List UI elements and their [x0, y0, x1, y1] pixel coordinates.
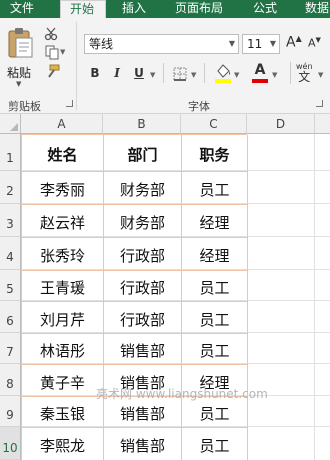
clipboard-launcher-icon[interactable]: [66, 100, 73, 107]
grid-line: [314, 134, 315, 460]
cell-a2[interactable]: 李秀丽: [22, 172, 104, 205]
group-separator: [163, 63, 164, 83]
column-header-b[interactable]: B: [103, 114, 181, 134]
paste-button-label[interactable]: 粘贴: [7, 64, 31, 81]
phonetic-dropdown-icon[interactable]: ▼: [318, 71, 323, 79]
cell-b7[interactable]: 销售部: [104, 334, 182, 365]
cell-a6[interactable]: 刘月芹: [22, 302, 104, 334]
row-header[interactable]: 10: [0, 427, 21, 460]
font-group-label: 字体: [188, 100, 210, 113]
header-cell-a[interactable]: 姓名: [22, 135, 104, 172]
tab-formulas[interactable]: 公式: [253, 0, 277, 18]
font-size-combo[interactable]: 11 ▼: [242, 34, 280, 54]
grow-font-icon[interactable]: A▲: [286, 34, 302, 51]
paste-icon[interactable]: [6, 26, 36, 60]
cell-a3[interactable]: 赵云祥: [22, 205, 104, 238]
font-name-combo[interactable]: 等线 ▼: [84, 34, 239, 54]
tab-insert[interactable]: 插入: [122, 0, 146, 18]
borders-icon[interactable]: [173, 66, 187, 85]
cell-c5[interactable]: 员工: [182, 271, 248, 302]
font-color-dropdown-icon[interactable]: ▼: [272, 71, 277, 79]
row-header[interactable]: 6: [0, 301, 21, 333]
underline-button[interactable]: U: [132, 66, 146, 80]
row-header[interactable]: 5: [0, 270, 21, 301]
shrink-font-icon[interactable]: A▼: [308, 36, 321, 50]
bold-button[interactable]: B: [88, 66, 102, 80]
column-header-d[interactable]: D: [247, 114, 315, 134]
copy-dropdown-icon[interactable]: ▼: [60, 48, 65, 56]
font-color-icon[interactable]: A: [252, 62, 268, 83]
column-header-a[interactable]: A: [21, 114, 103, 134]
fill-color-icon[interactable]: [214, 62, 232, 88]
font-size-dropdown-icon[interactable]: ▼: [270, 35, 276, 53]
fill-color-swatch: [215, 79, 231, 83]
column-header-c[interactable]: C: [181, 114, 247, 134]
ribbon-tab-bar: 文件 开始 插入 页面布局 公式 数据: [0, 0, 330, 18]
format-painter-icon[interactable]: [44, 64, 60, 84]
group-separator: [290, 62, 291, 84]
row-header[interactable]: 2: [0, 171, 21, 204]
tab-file[interactable]: 文件: [10, 0, 34, 18]
row-header[interactable]: 7: [0, 333, 21, 364]
font-color-swatch: [252, 79, 268, 83]
cell-a8[interactable]: 黄子辛: [22, 365, 104, 397]
font-name-value: 等线: [89, 37, 114, 51]
cell-a10[interactable]: 李熙龙: [22, 428, 104, 460]
cell-b6[interactable]: 行政部: [104, 302, 182, 334]
row-header[interactable]: 8: [0, 364, 21, 396]
cell-c3[interactable]: 经理: [182, 205, 248, 238]
tab-home[interactable]: 开始: [60, 0, 106, 18]
cell-b4[interactable]: 行政部: [104, 238, 182, 271]
watermark-text: 亮术网 www.liangshunet.com: [96, 387, 268, 401]
fill-color-dropdown-icon[interactable]: ▼: [234, 71, 239, 79]
font-size-value: 11: [247, 37, 263, 51]
cell-b3[interactable]: 财务部: [104, 205, 182, 238]
cell-a4[interactable]: 张秀玲: [22, 238, 104, 271]
cell-a9[interactable]: 秦玉银: [22, 397, 104, 428]
cut-icon[interactable]: [44, 26, 58, 45]
italic-button[interactable]: I: [110, 66, 124, 80]
cell-c6[interactable]: 员工: [182, 302, 248, 334]
cell-c10[interactable]: 员工: [182, 428, 248, 460]
ribbon: 粘贴 ▼ ▼ 剪贴板 等线 ▼ 11 ▼ A▲ A▼ B I U ▼ ▼ ▼ A…: [0, 18, 330, 114]
cell-b5[interactable]: 行政部: [104, 271, 182, 302]
cell-c7[interactable]: 员工: [182, 334, 248, 365]
row-header[interactable]: 1: [0, 134, 21, 171]
paste-dropdown-icon[interactable]: ▼: [16, 80, 21, 88]
row-header[interactable]: 3: [0, 204, 21, 237]
group-separator: [76, 22, 77, 110]
select-all-corner[interactable]: [0, 114, 21, 134]
cell-b10[interactable]: 销售部: [104, 428, 182, 460]
cell-c2[interactable]: 员工: [182, 172, 248, 205]
font-name-dropdown-icon[interactable]: ▼: [229, 35, 235, 53]
tab-data[interactable]: 数据: [305, 0, 329, 18]
cell-c4[interactable]: 经理: [182, 238, 248, 271]
cell-a5[interactable]: 王青瑗: [22, 271, 104, 302]
column-header-e[interactable]: [315, 114, 330, 134]
underline-dropdown-icon[interactable]: ▼: [150, 71, 155, 79]
cell-a7[interactable]: 林语彤: [22, 334, 104, 365]
copy-icon[interactable]: [44, 44, 60, 64]
data-table: 姓名 部门 职务 李秀丽 财务部 员工 赵云祥 财务部 经理 张秀玲 行政部 经理 王青瑗 行政部 员工 刘月…: [21, 134, 248, 460]
row-header[interactable]: 9: [0, 396, 21, 427]
tab-page-layout[interactable]: 页面布局: [175, 0, 223, 18]
row-header[interactable]: 4: [0, 237, 21, 270]
group-separator: [204, 63, 205, 83]
header-cell-b[interactable]: 部门: [104, 135, 182, 172]
clipboard-group-label: 剪贴板: [8, 100, 41, 113]
cell-b2[interactable]: 财务部: [104, 172, 182, 205]
borders-dropdown-icon[interactable]: ▼: [191, 71, 196, 79]
font-launcher-icon[interactable]: [316, 100, 323, 107]
header-cell-c[interactable]: 职务: [182, 135, 248, 172]
phonetic-guide-icon[interactable]: wén 文: [296, 62, 313, 83]
